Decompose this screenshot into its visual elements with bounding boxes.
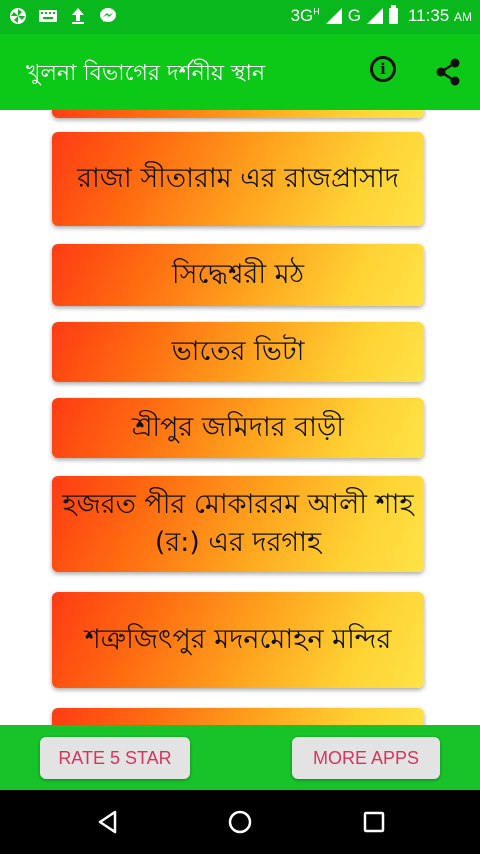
- list-item-label: রাজা সীতারাম এর রাজপ্রাসাদ: [77, 163, 399, 194]
- back-icon[interactable]: [94, 808, 122, 836]
- list-item-label: শত্রুজিৎপুর মদনমোহন মন্দির: [84, 624, 392, 655]
- pinwheel-icon: [8, 6, 28, 26]
- list-item-label: হজরত পীর মোকাররম আলী শাহ (র:) এর দরগাহ: [62, 489, 414, 558]
- recent-apps-icon[interactable]: [360, 808, 388, 836]
- info-icon[interactable]: i: [370, 56, 396, 82]
- messenger-icon: [98, 6, 118, 26]
- status-bar: 3GH G 11:35 AM: [0, 0, 480, 34]
- home-icon[interactable]: [226, 808, 254, 836]
- list-item[interactable]: সিদ্ধেশ্বরী মঠ: [52, 244, 424, 306]
- clock: 11:35 AM: [407, 6, 472, 25]
- list-item-label: সিদ্ধেশ্বরী মঠ: [171, 259, 305, 290]
- upload-icon: [68, 6, 88, 26]
- signal-icon: [325, 8, 342, 24]
- network-type: 3GH: [290, 6, 320, 25]
- list-item-label: ভাতের ভিটা: [171, 336, 305, 367]
- list-item[interactable]: ভাতের ভিটা: [52, 322, 424, 382]
- list-item-label: শ্রীপুর জমিদার বাড়ী: [131, 412, 345, 443]
- share-icon[interactable]: [432, 56, 464, 88]
- list-item[interactable]: হজরত পীর মোকাররম আলী শাহ (র:) এর দরগাহ: [52, 476, 424, 572]
- app-bar: খুলনা বিভাগের দর্শনীয় স্থান i: [0, 34, 480, 110]
- signal-icon-secondary: [366, 8, 383, 24]
- list-item[interactable]: রাজা সীতারাম এর রাজপ্রাসাদ: [52, 132, 424, 226]
- navigation-bar: [0, 790, 480, 854]
- keyboard-icon: [38, 6, 58, 26]
- list-item[interactable]: শ্রীপুর জমিদার বাড়ী: [52, 398, 424, 458]
- more-apps-button[interactable]: MORE APPS: [292, 737, 440, 779]
- battery-icon: [388, 5, 398, 24]
- rate-button[interactable]: RATE 5 STAR: [40, 737, 190, 779]
- bottom-action-bar: RATE 5 STAR MORE APPS: [0, 725, 480, 790]
- list-item[interactable]: শত্রুজিৎপুর মদনমোহন মন্দির: [52, 592, 424, 688]
- list-item[interactable]: [52, 110, 424, 118]
- app-title: খুলনা বিভাগের দর্শনীয় স্থান: [26, 61, 266, 86]
- network-type-secondary: G: [347, 6, 361, 25]
- list-item[interactable]: [52, 708, 424, 725]
- places-list[interactable]: রাজা সীতারাম এর রাজপ্রাসাদ সিদ্ধেশ্বরী ম…: [0, 110, 480, 725]
